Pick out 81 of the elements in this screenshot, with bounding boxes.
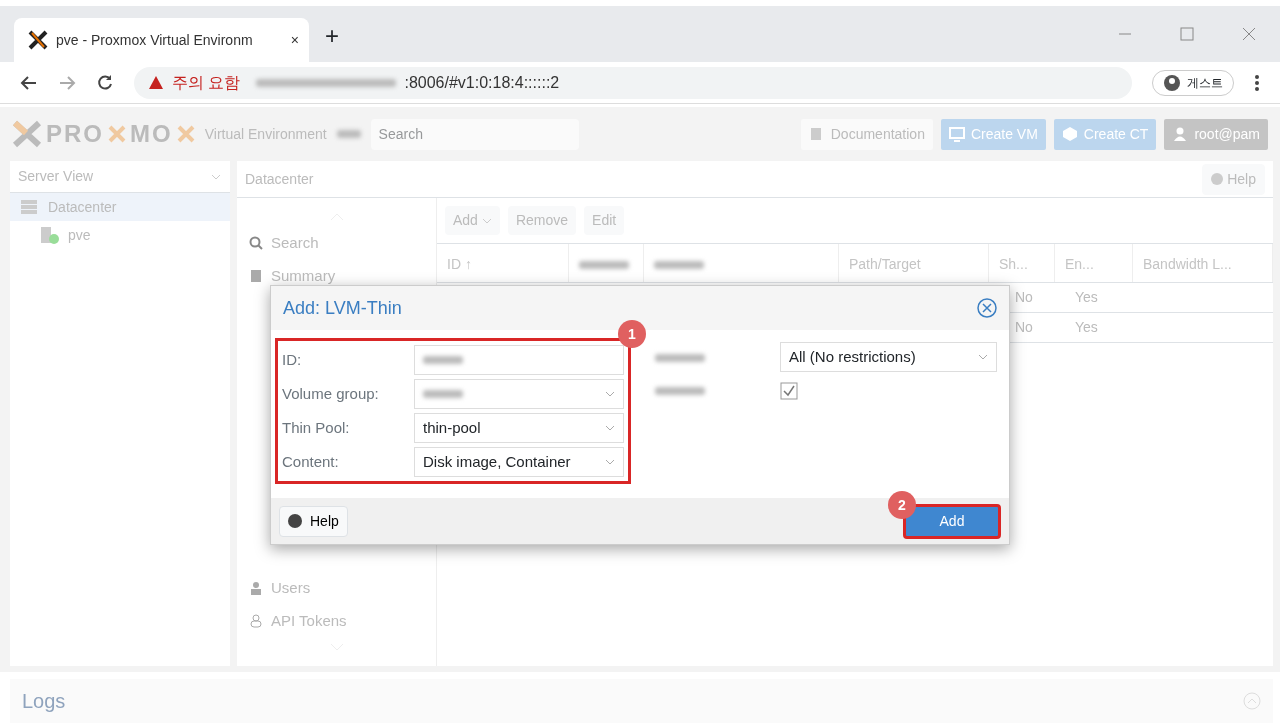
new-tab-button[interactable]: +: [325, 18, 339, 54]
blurred-text: [655, 387, 705, 395]
table-cell-text: No: [1014, 288, 1034, 307]
checkbox[interactable]: [780, 381, 798, 400]
help-button[interactable]: Help: [1202, 163, 1265, 195]
url-text: :8006/#v1:0:18:4::::::2: [404, 72, 560, 93]
cube-icon: [1061, 126, 1078, 142]
menu-item[interactable]: Search: [249, 232, 424, 255]
server-rack-icon: [20, 198, 40, 216]
field-label: ID:: [282, 349, 303, 370]
more-icon[interactable]: [1254, 73, 1260, 92]
column-header[interactable]: Sh...: [989, 244, 1055, 282]
ct-button[interactable]: Create CT: [1053, 118, 1157, 150]
toolbar-button[interactable]: Remove: [507, 206, 577, 235]
help-button[interactable]: Help: [279, 505, 348, 537]
forward-icon[interactable]: [58, 73, 76, 92]
chevron-down-icon: [978, 353, 988, 361]
blurred-text: [336, 130, 361, 138]
user-outline-icon: [249, 613, 263, 628]
close-icon[interactable]: [1242, 27, 1256, 41]
field-label: Volume group:: [282, 383, 380, 404]
column-header[interactable]: ID ↑: [437, 244, 569, 282]
chevron-down-icon: [481, 216, 492, 225]
x-letter-icon: [108, 125, 126, 143]
logs-title: Logs: [22, 689, 66, 714]
doc-button[interactable]: Documentation: [800, 118, 933, 150]
address-bar[interactable]: 주의 요함 :8006/#v1:0:18:4::::::2: [134, 66, 1132, 99]
tree-item[interactable]: Datacenter: [10, 193, 230, 221]
user-button[interactable]: root@pam: [1164, 118, 1268, 150]
chevron-down-icon: [605, 458, 615, 466]
table-cell-text: Yes: [1074, 318, 1099, 337]
close-icon[interactable]: [977, 298, 997, 318]
monitor-icon: [948, 126, 965, 142]
browser-tab[interactable]: pve - Proxmox Virtual Environm ×: [14, 18, 309, 62]
user-icon: [249, 581, 263, 596]
maximize-icon[interactable]: [1180, 27, 1194, 41]
blurred-text: [423, 390, 463, 398]
warning-icon: [148, 74, 164, 91]
blurred-text: [655, 353, 705, 362]
input-field[interactable]: [414, 345, 624, 375]
menu-item[interactable]: Users: [249, 577, 424, 600]
dropdown-field[interactable]: [414, 379, 624, 409]
book-icon: [249, 268, 263, 283]
close-tab-button[interactable]: ×: [290, 29, 299, 51]
dropdown-field[interactable]: Disk image, Container: [414, 447, 624, 477]
server-icon: [40, 226, 60, 244]
table-cell-text: Yes: [1074, 288, 1099, 307]
dialog-title: Add: LVM-Thin: [283, 296, 402, 320]
vm-button[interactable]: Create VM: [940, 118, 1046, 150]
column-header[interactable]: Path/Target: [839, 244, 989, 282]
panel-title: Datacenter: [245, 169, 314, 189]
toolbar-button[interactable]: Edit: [584, 206, 625, 235]
dropdown-field[interactable]: All (No restrictions): [780, 342, 997, 372]
brand-name: PRO: [46, 119, 104, 149]
reload-icon[interactable]: [96, 73, 114, 92]
user-icon: [1172, 126, 1189, 142]
blurred-text: [423, 356, 463, 364]
menu-item[interactable]: Summary: [249, 264, 424, 287]
logo-icon: [28, 30, 48, 50]
security-warning: 주의 요함: [172, 72, 241, 93]
search-field[interactable]: Search: [370, 118, 579, 150]
column-header[interactable]: En...: [1055, 244, 1133, 282]
table-cell-text: No: [1014, 318, 1034, 337]
avatar-icon: [1163, 73, 1181, 92]
menu-item[interactable]: API Tokens: [249, 609, 424, 632]
column-header[interactable]: Bandwidth L...: [1133, 244, 1273, 282]
brand-name: MO: [130, 119, 173, 149]
tab-title: pve - Proxmox Virtual Environm: [56, 30, 254, 50]
field-label: Content:: [282, 451, 340, 472]
tree-item[interactable]: pve: [10, 221, 230, 249]
expand-icon[interactable]: [1243, 692, 1261, 710]
add-dropdown-button[interactable]: Add: [445, 206, 500, 235]
chevron-down-icon: [605, 424, 615, 432]
dropdown-field[interactable]: thin-pool: [414, 413, 624, 443]
field-label: Thin Pool:: [282, 417, 351, 438]
x-letter-icon: [176, 125, 195, 143]
search-icon: [249, 236, 263, 251]
product-name: Virtual Environment: [204, 124, 327, 144]
chevron-down-icon: [605, 390, 615, 398]
logo-icon: [12, 120, 42, 148]
back-icon[interactable]: [20, 73, 38, 92]
